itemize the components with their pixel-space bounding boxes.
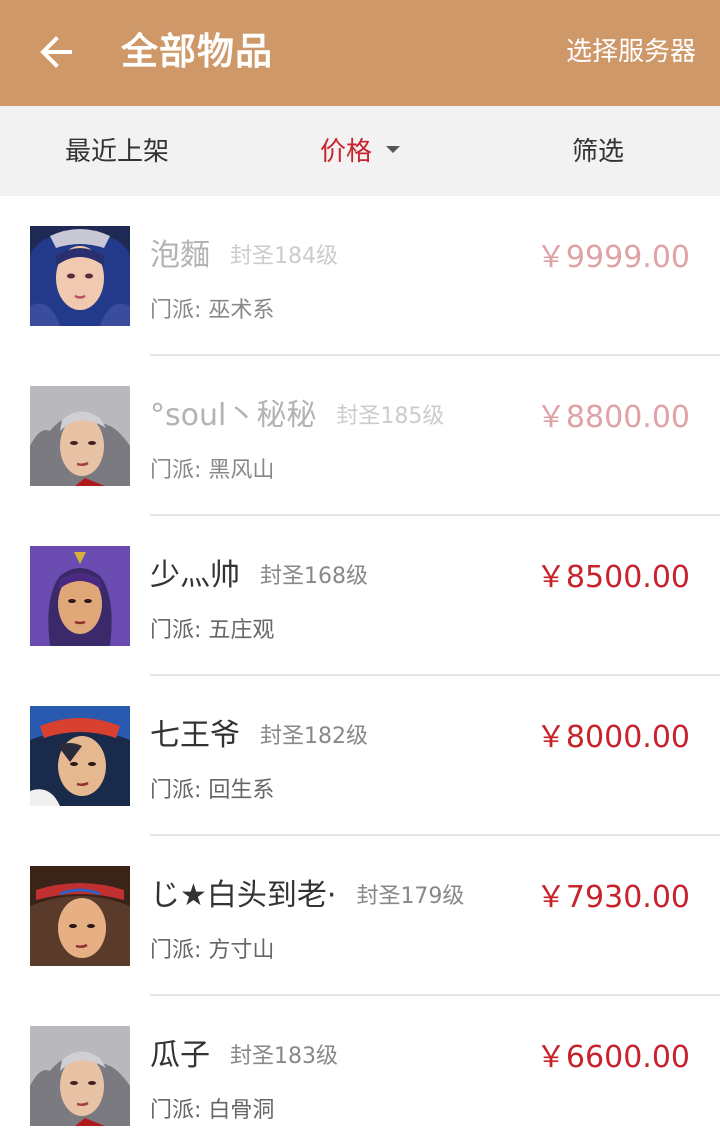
avatar [30,386,130,486]
list-item[interactable]: 瓜子 封圣183级 门派: 白骨洞 ￥6600.00 [0,996,720,1140]
avatar [30,706,130,806]
item-level: 封圣182级 [260,724,368,749]
item-name: 泡麵 封圣184级 [150,238,338,273]
filter-label: 筛选 [572,137,625,167]
filter-button[interactable]: 筛选 [572,106,624,196]
item-name: 瓜子 封圣183级 [150,1038,338,1073]
list-item[interactable]: 七王爷 封圣182级 门派: 回生系 ￥8000.00 [0,676,720,836]
back-button[interactable] [28,26,84,78]
top-app-bar: 全部物品 选择服务器 [0,0,720,106]
item-level: 封圣185级 [336,404,445,429]
list-item[interactable]: 少灬帅 封圣168级 门派: 五庄观 ￥8500.00 [0,516,720,676]
sort-recent-label: 最近上架 [65,137,170,167]
item-name: 少灬帅 封圣168级 [150,558,368,593]
caret-down-icon [386,146,401,153]
item-level: 封圣179级 [356,884,465,909]
item-price: ￥8800.00 [535,400,690,435]
sort-price-button[interactable]: 价格 [320,106,401,196]
item-name: °soul丶秘秘 封圣185级 [150,398,445,433]
item-sect: 门派: 巫术系 [150,298,275,323]
item-price: ￥9999.00 [535,240,690,275]
arrow-left-icon [40,36,72,68]
item-name: じ★白头到老· 封圣179级 [150,878,465,913]
avatar [30,866,130,966]
list-item[interactable]: じ★白头到老· 封圣179级 门派: 方寸山 ￥7930.00 [0,836,720,996]
item-level: 封圣184级 [230,244,338,269]
page-title: 全部物品 [121,30,273,73]
item-price: ￥8500.00 [535,560,690,595]
item-name: 七王爷 封圣182级 [150,718,368,753]
item-level: 封圣168级 [260,564,368,589]
item-sect: 门派: 白骨洞 [150,1098,275,1123]
item-list: 泡麵 封圣184级 门派: 巫术系 ￥9999.00 °soul丶秘秘 封圣185 [0,196,720,1140]
item-sect: 门派: 五庄观 [150,618,275,643]
item-price: ￥7930.00 [535,880,690,915]
item-sect: 门派: 方寸山 [150,938,275,963]
item-price: ￥8000.00 [535,720,690,755]
item-price: ￥6600.00 [535,1040,690,1075]
sort-price-label: 价格 [320,137,373,167]
select-server-button[interactable]: 选择服务器 [566,30,696,74]
app: 全部物品 选择服务器 最近上架 价格 筛选 泡麵 封圣184级 门派: 巫术系 … [0,0,720,1140]
item-sect: 门派: 回生系 [150,778,275,803]
list-item[interactable]: °soul丶秘秘 封圣185级 门派: 黑风山 ￥8800.00 [0,356,720,516]
item-level: 封圣183级 [230,1044,338,1069]
avatar [30,1026,130,1126]
list-item[interactable]: 泡麵 封圣184级 门派: 巫术系 ￥9999.00 [0,196,720,356]
sort-recent-button[interactable]: 最近上架 [65,106,169,196]
avatar [30,546,130,646]
item-sect: 门派: 黑风山 [150,458,275,483]
sort-bar: 最近上架 价格 筛选 [0,106,720,196]
avatar [30,226,130,326]
